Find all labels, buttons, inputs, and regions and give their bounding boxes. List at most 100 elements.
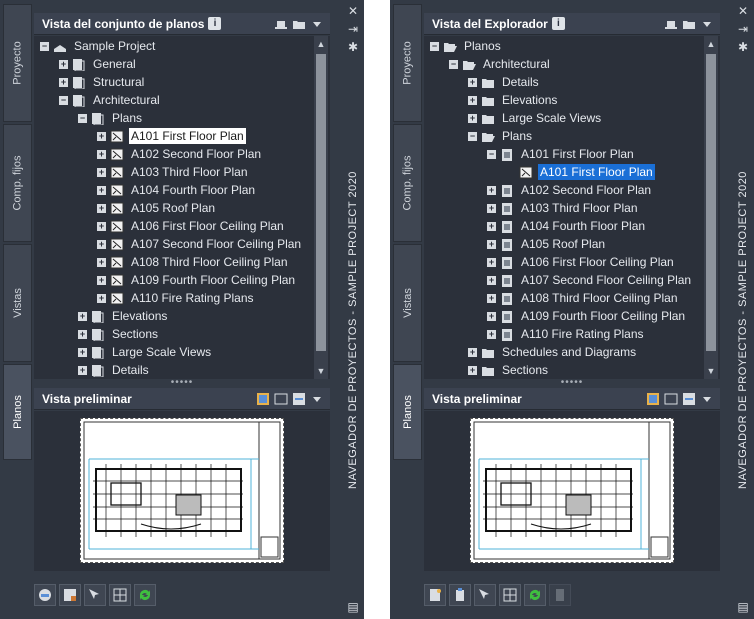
tab-proyecto[interactable]: Proyecto [3,4,32,122]
thumbnail-view-icon[interactable] [256,392,270,406]
new-sheet-button[interactable] [424,584,446,606]
scroll-thumb[interactable] [706,54,716,351]
tab-comp-fijos[interactable]: Comp. fijos [3,124,32,242]
info-icon[interactable]: i [208,17,222,30]
collapse-icon[interactable]: − [430,41,439,51]
collapse-icon[interactable]: − [468,131,477,141]
tree-item[interactable]: − Planos [430,37,503,55]
tab-planos[interactable]: Planos [393,364,422,460]
tree-item[interactable]: + A102 Second Floor Plan [97,145,263,163]
list-view-icon[interactable] [274,392,288,406]
expand-icon[interactable]: + [97,131,106,141]
expand-icon[interactable]: + [97,185,106,195]
layout-button[interactable] [109,584,131,606]
chevron-down-icon[interactable] [310,392,324,406]
select-view-button[interactable] [474,584,496,606]
tree-scrollbar[interactable]: ▲ ▼ [314,36,328,379]
collapse-icon[interactable]: − [40,41,49,51]
expand-icon[interactable]: + [59,77,68,87]
expand-icon[interactable]: + [487,311,496,321]
select-view-button[interactable] [84,584,106,606]
expand-icon[interactable]: + [97,203,106,213]
tree-item[interactable]: + A106 First Floor Ceiling Plan [97,217,286,235]
tree-item[interactable]: + A105 Roof Plan [487,235,607,253]
folder-icon[interactable] [682,17,696,31]
collapse-icon[interactable]: − [487,149,496,159]
tree-item[interactable]: + A108 Third Floor Ceiling Plan [487,289,680,307]
close-icon[interactable]: ✕ [346,4,360,18]
tree-item[interactable]: + A104 Fourth Floor Plan [97,181,257,199]
tree-item[interactable]: + A107 Second Floor Ceiling Plan [487,271,693,289]
tab-proyecto[interactable]: Proyecto [393,4,422,122]
tree-item[interactable]: + Schedules and Diagrams [468,343,638,361]
scroll-up-icon[interactable]: ▲ [314,38,328,50]
tree-item[interactable]: + A108 Third Floor Ceiling Plan [97,253,290,271]
tree-item[interactable]: + A109 Fourth Floor Ceiling Plan [487,307,687,325]
chevron-down-icon[interactable] [700,17,714,31]
autohide-icon[interactable]: ⇥ [736,22,750,36]
tab-vistas[interactable]: Vistas [393,244,422,362]
expand-icon[interactable]: + [487,293,496,303]
tree-item[interactable]: − Plans [468,127,534,145]
palette-menu-icon[interactable]: ▤ [736,600,750,614]
tree-item[interactable]: + A102 Second Floor Plan [487,181,653,199]
expand-icon[interactable]: + [487,185,496,195]
preview-detail-icon[interactable] [292,392,306,406]
collapse-icon[interactable]: − [78,113,87,123]
tree-item[interactable]: + A106 First Floor Ceiling Plan [487,253,676,271]
expand-icon[interactable]: + [78,365,87,375]
expand-icon[interactable]: + [487,203,496,213]
expand-icon[interactable]: + [468,347,477,357]
tree-item[interactable]: + Details [78,361,151,379]
expand-icon[interactable]: + [468,77,477,87]
expand-icon[interactable]: + [78,347,87,357]
tree-item[interactable]: + General [59,55,138,73]
expand-icon[interactable]: + [97,221,106,231]
expand-icon[interactable]: + [468,113,477,123]
expand-icon[interactable]: + [97,149,106,159]
splitter-grip[interactable]: ••••• [34,378,330,388]
scroll-down-icon[interactable]: ▼ [704,365,718,377]
info-icon[interactable]: i [551,17,565,30]
expand-icon[interactable]: + [97,293,106,303]
tree-item[interactable]: + Large Scale Views [78,343,213,361]
collapse-icon[interactable]: − [59,95,68,105]
tree-item[interactable]: + Sections [468,361,550,379]
refresh-button[interactable] [524,584,546,606]
expand-icon[interactable]: + [97,239,106,249]
tree-item[interactable]: + A103 Third Floor Plan [487,199,640,217]
scroll-thumb[interactable] [316,54,326,351]
tree-item[interactable]: + Sections [78,325,160,343]
tree-item[interactable]: + A103 Third Floor Plan [97,163,250,181]
list-view-icon[interactable] [664,392,678,406]
tree-item[interactable]: − Architectural [59,91,162,109]
expand-icon[interactable]: + [78,311,87,321]
expand-icon[interactable]: + [78,329,87,339]
chevron-down-icon[interactable] [700,392,714,406]
expand-icon[interactable]: + [59,59,68,69]
tree-item[interactable]: − Architectural [449,55,552,73]
palette-menu-icon[interactable]: ▤ [346,600,360,614]
tree-item[interactable]: − A101 First Floor Plan [487,145,636,163]
open-file-button[interactable] [449,584,471,606]
properties-icon[interactable]: ✱ [346,40,360,54]
tab-planos[interactable]: Planos [3,364,32,460]
tree-item[interactable]: + A107 Second Floor Ceiling Plan [97,235,303,253]
properties-icon[interactable]: ✱ [736,40,750,54]
tree-item[interactable]: + Large Scale Views [468,109,603,127]
tree-item[interactable]: − Plans [78,109,144,127]
collapse-icon[interactable]: − [449,59,458,69]
tree-item[interactable]: + Elevations [468,91,559,109]
tree-item[interactable]: + A101 First Floor Plan [97,127,246,145]
expand-icon[interactable]: + [487,239,496,249]
expand-icon[interactable]: + [487,275,496,285]
sheet-setup-button[interactable] [59,584,81,606]
tree-item[interactable]: + A109 Fourth Floor Ceiling Plan [97,271,297,289]
scroll-up-icon[interactable]: ▲ [704,38,718,50]
sheet-set-icon[interactable] [664,17,678,31]
expand-icon[interactable]: + [97,257,106,267]
preview-detail-icon[interactable] [682,392,696,406]
layout-button[interactable] [499,584,521,606]
tree-item[interactable]: − Sample Project [40,37,157,55]
expand-icon[interactable]: + [468,365,477,375]
